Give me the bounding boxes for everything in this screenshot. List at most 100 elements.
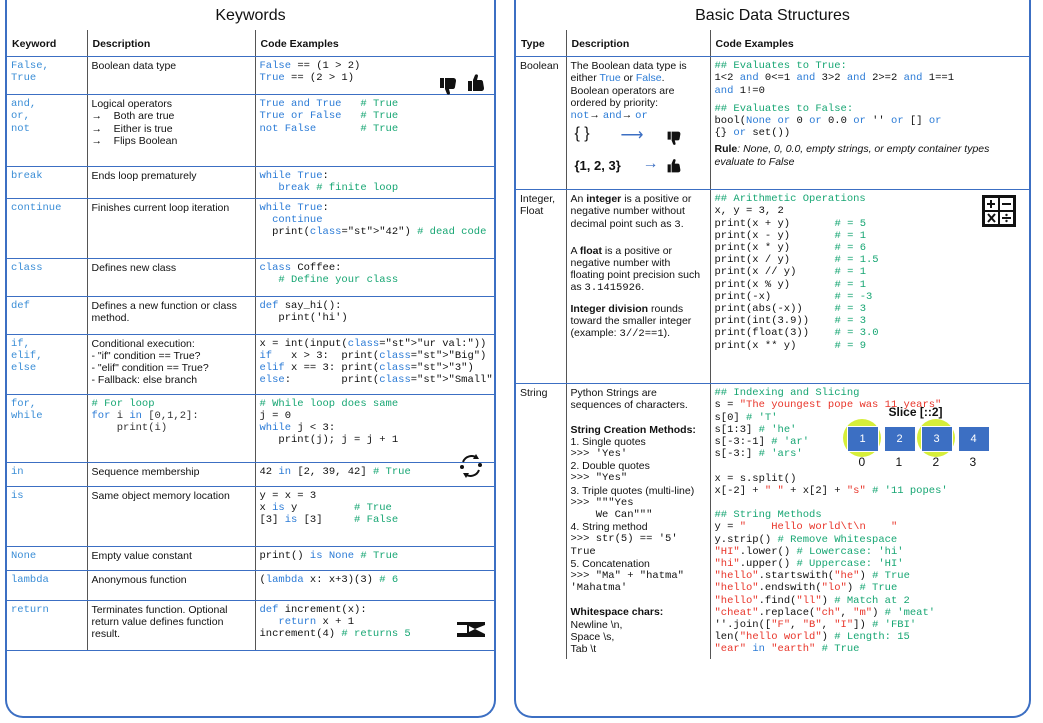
keyword-cell: and, or, not [7,94,88,168]
arith-line: print(x // y) # = 1 [714,266,867,279]
arith-line: print(x / y) # = 1.5 [714,254,879,267]
description-cell: Empty value constant [87,546,256,571]
lambda-icon [455,620,487,643]
slice-index: 0 [858,455,866,470]
boolean-false-word: False [635,72,662,85]
order-not: not [570,110,590,123]
keyword-cell: for, while [7,394,88,463]
whitespace-list: Newline \n, Space \s, Tab \t [570,618,623,656]
code-line: len("hello world") # Length: 15 [714,631,910,644]
description-cell: Ends loop prematurely [87,166,256,199]
keywords-title: Keywords [215,7,286,24]
arith-line: print(abs(-x)) # = 3 [714,303,867,316]
description-cell: # For loop for i in [0,1,2]: print(i) [87,394,256,463]
method-1-code: >>> 'Yes' [570,448,628,461]
thumbs-up-icon [665,158,683,177]
string-description: Python Strings are sequences of characte… [566,383,711,659]
type-number: Integer, Float [516,189,567,385]
number-description: An integer is a positive or negative num… [566,189,711,385]
data-structures-title: Basic Data Structures [695,7,850,24]
keywords-table: Keyword Description Code Examples False,… [7,30,494,651]
ds-header-row: Type Description Code Examples [516,30,1029,58]
integer-desc: An integer is a positive or negative num… [570,193,692,231]
keywords-panel: Keywords Keyword Description Code Exampl… [5,0,496,718]
code-comment: ## Evaluates to False: [714,102,854,115]
code-cell: def say_hi(): print('hi') [255,296,494,335]
code-line: bool(None or 0 or 0.0 or '' or [] or {} … [714,115,942,140]
code-cell: class Coffee: # Define your class [255,258,494,297]
number-row: Integer, Float An integer is a positive … [516,189,1029,385]
code-comment: ## Indexing and Slicing [714,387,860,400]
header-description: Description [87,30,256,58]
boolean-description: The Boolean data type is either True or … [566,56,711,191]
code-cell: True and True # True True or False # Tru… [255,94,494,168]
keyword-cell: continue [7,198,88,259]
description-cell: Same object memory location [87,486,256,547]
description-cell: Anonymous function [87,570,256,601]
slice-box: 1 [846,426,879,453]
boolean-code: ## Evaluates to True: 1<2 and 0<=1 and 3… [710,56,1029,191]
method-2: 2. Double quotes [570,460,650,473]
header-description: Description [566,30,711,58]
keyword-cell: None [7,546,88,571]
keyword-cell: lambda [7,570,88,601]
keyword-row: if, elif, else Conditional execution: - "… [7,334,494,395]
method-5: 5. Concatenation [570,557,650,570]
description-cell: Finishes current loop iteration [87,198,256,259]
int-division-desc: Integer division rounds toward the small… [570,302,692,341]
float-desc: A float is a positive or negative number… [570,244,701,295]
keyword-cell: class [7,258,88,297]
number-code: ## Arithmetic Operations x, y = 3, 2 prin… [710,189,1029,385]
slice-index: 2 [932,455,940,470]
slice-box: 3 [920,426,953,453]
arith-line: print(x ** y) # = 9 [714,339,867,352]
arith-line: print(int(3.9)) # = 3 [714,315,867,328]
slice-index: 3 [969,455,977,470]
code-cell: y = x = 3 x is y # True [3] is [3] # Fal… [255,486,494,547]
code-line: "hi".upper() # Uppercase: 'HI' [714,558,904,571]
method-3: 3. Triple quotes (multi-line) [570,484,695,497]
header-code-examples: Code Examples [255,30,494,58]
keyword-row: None Empty value constant print() is None … [7,546,494,571]
arith-line: print(x - y) # = 1 [714,229,867,242]
code-line: "hello".find("ll") # Match at 2 [714,594,910,607]
method-4-code: >>> str(5) == '5' True [570,533,678,558]
arith-line: x, y = 3, 2 [714,205,784,218]
type-string: String [516,383,567,659]
slice-diagram: Slice [::2] 1 2 3 4 0 1 2 3 [842,406,990,496]
string-intro: Python Strings are sequences of characte… [570,387,688,412]
arrow-icon: ⟶ [620,127,644,145]
string-methods-title: String Creation Methods: [570,423,696,436]
header-code-examples: Code Examples [710,30,1029,58]
thumbs-up-icon [465,73,487,98]
code-cell: print() is None # True [255,546,494,571]
type-boolean: Boolean [516,56,567,191]
whitespace-title: Whitespace chars: [570,606,664,619]
description-cell: Defines a new function or class method. [87,296,256,335]
rule-body: : None, 0, 0.0, empty strings, or empty … [714,143,990,168]
code-cell: while True: continue print(class="st">"4… [255,198,494,259]
keyword-row: for, while # For loop for i in [0,1,2]: p… [7,394,494,463]
description-cell: Defines new class [87,258,256,297]
description-cell: Terminates function. Optional return val… [87,600,256,651]
code-cell: while True: break # finite loop [255,166,494,199]
arrow-icon: → [642,155,659,173]
keyword-cell: def [7,296,88,335]
keyword-row: class Defines new class class Coffee: # De… [7,258,494,297]
keyword-cell: if, elif, else [7,334,88,395]
calculator-icon [981,194,1017,231]
boolean-or-word: or [620,72,636,85]
slice-box: 4 [957,426,990,453]
slice-index: 1 [895,455,903,470]
method-3-code: >>> """Yes We Can""" [570,496,653,522]
method-4: 4. String method [570,521,648,534]
keyword-row: def Defines a new function or class metho… [7,296,494,335]
code-cell: (lambda x: x+3)(3) # 6 [255,570,494,601]
loop-arrows-icon [457,452,485,485]
arrow-icon: → [621,109,636,122]
boolean-row: Boolean The Boolean data type is either … [516,56,1029,191]
code-line: "ear" in "earth" # True [714,643,860,656]
header-type: Type [516,30,567,58]
keyword-cell: break [7,166,88,199]
header-keyword: Keyword [7,30,88,58]
